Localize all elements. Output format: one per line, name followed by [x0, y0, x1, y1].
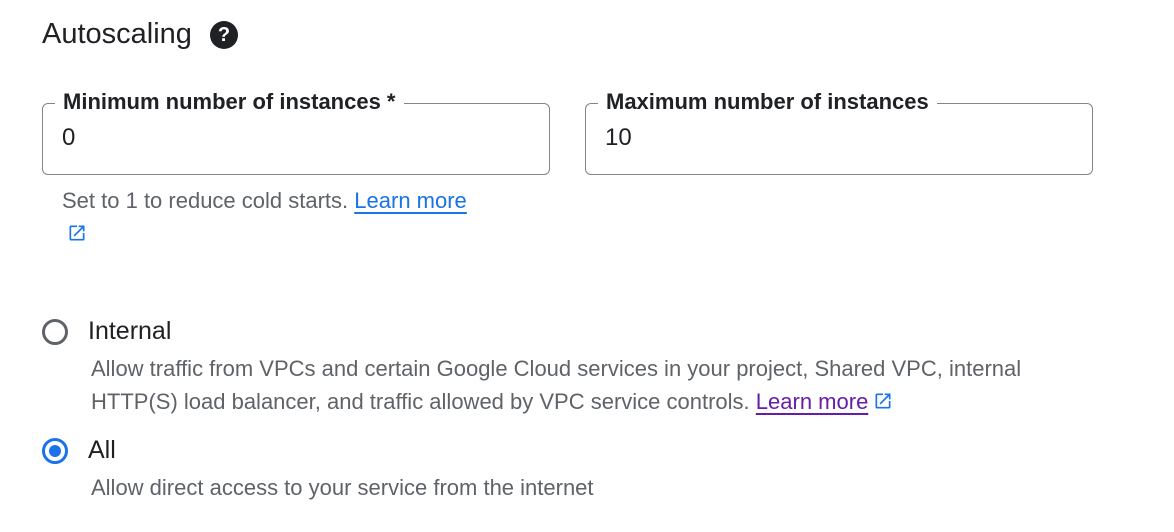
help-circle-icon[interactable]: ?: [209, 20, 238, 49]
internal-learn-more-link[interactable]: Learn more: [756, 389, 869, 414]
section-title: Autoscaling: [42, 18, 192, 50]
external-link-icon: [875, 393, 891, 409]
radio-all-label: All: [88, 436, 116, 464]
radio-option-internal[interactable]: Internal: [42, 317, 171, 346]
min-instances-label: Minimum number of instances *: [55, 89, 404, 115]
min-instances-hint: Set to 1 to reduce cold starts. Learn mo…: [62, 184, 482, 250]
max-instances-field[interactable]: Maximum number of instances 10: [585, 89, 1093, 175]
min-instances-input[interactable]: 0: [62, 124, 75, 152]
autoscaling-heading: Autoscaling ?: [42, 18, 238, 51]
all-description-text: Allow direct access to your service from…: [91, 475, 594, 500]
radio-all[interactable]: [42, 437, 68, 464]
max-instances-label: Maximum number of instances: [598, 89, 937, 115]
radio-option-all[interactable]: All: [42, 436, 116, 465]
hint-text: Set to 1 to reduce cold starts.: [62, 188, 349, 213]
min-instances-field[interactable]: Minimum number of instances * 0: [42, 89, 550, 175]
internal-description: Allow traffic from VPCs and certain Goog…: [91, 352, 1081, 418]
radio-internal[interactable]: [42, 318, 68, 345]
max-instances-input[interactable]: 10: [605, 124, 632, 152]
external-link-icon: [69, 225, 85, 241]
learn-more-link[interactable]: Learn more: [354, 188, 467, 213]
all-description: Allow direct access to your service from…: [91, 471, 594, 504]
radio-internal-label: Internal: [88, 317, 172, 345]
